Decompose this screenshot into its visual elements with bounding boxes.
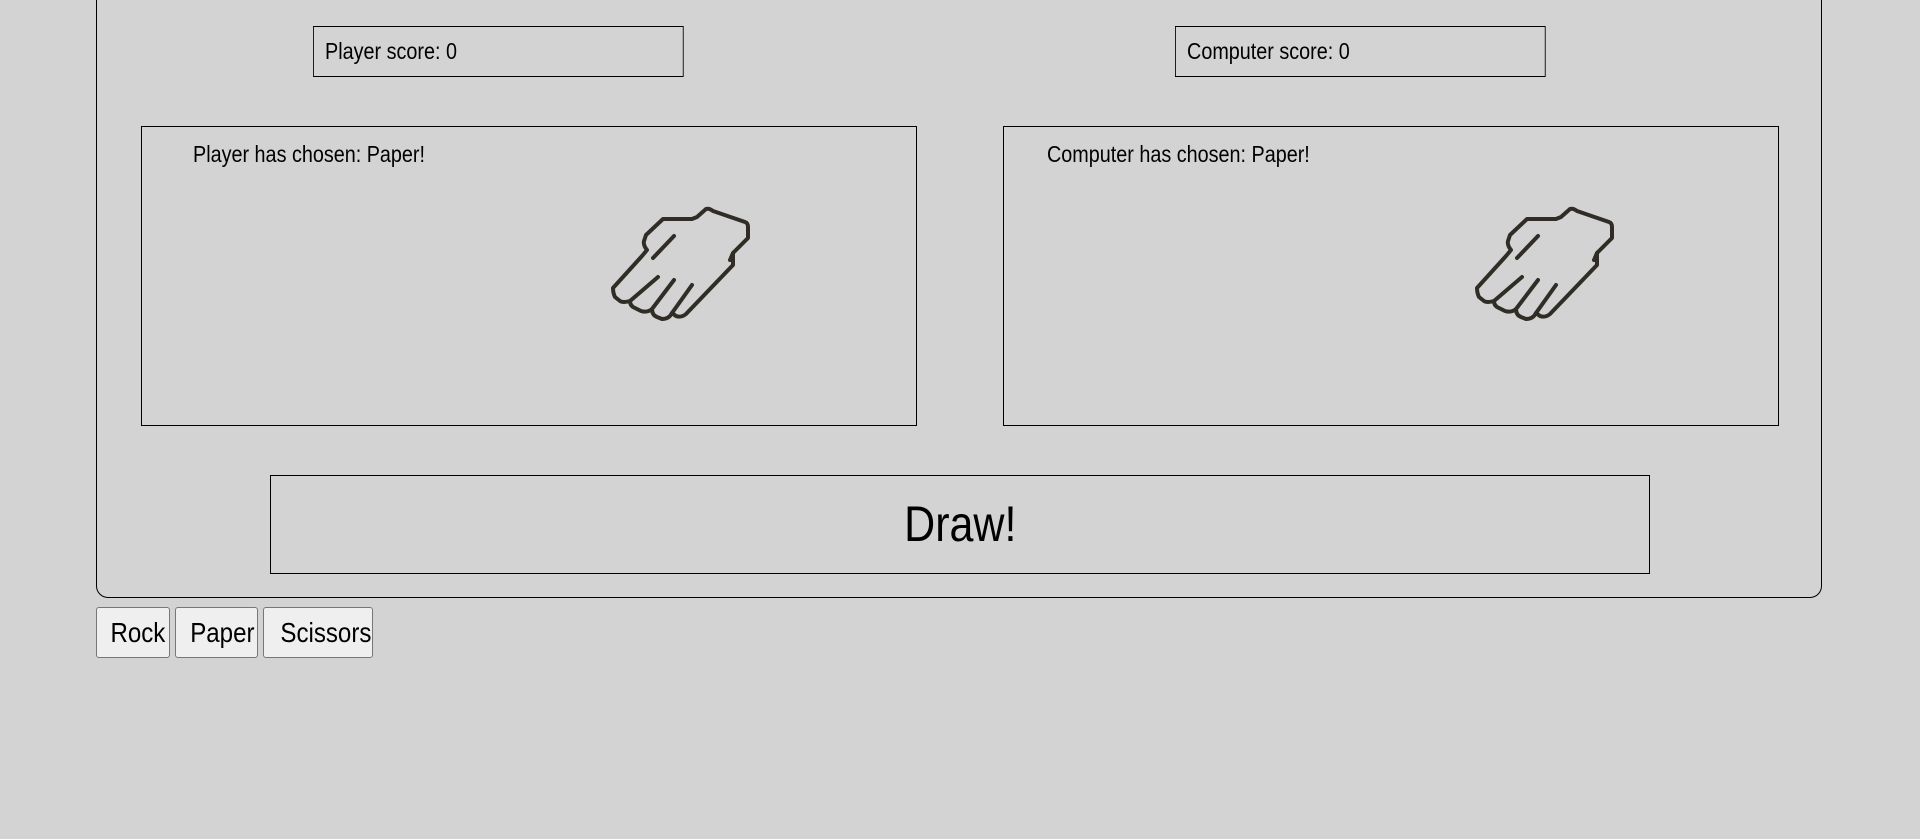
computer-score-text: Computer score: 0 xyxy=(1187,38,1350,64)
scissors-button[interactable]: Scissors xyxy=(263,607,373,658)
paper-hand-icon xyxy=(1475,206,1614,321)
scissors-button-label: Scissors xyxy=(280,617,372,648)
rock-button-label: Rock xyxy=(110,617,166,648)
result-box: Draw! xyxy=(270,475,1650,574)
player-choice-panel: Player has chosen: Paper! xyxy=(141,126,917,426)
rock-button[interactable]: Rock xyxy=(96,607,170,658)
paper-hand-icon xyxy=(611,206,750,321)
result-text: Draw! xyxy=(903,496,1017,552)
paper-button-label: Paper xyxy=(190,617,255,648)
computer-choice-panel: Computer has chosen: Paper! xyxy=(1003,126,1779,426)
player-score-text: Player score: 0 xyxy=(325,38,457,64)
player-score: Player score: 0 xyxy=(313,26,684,77)
choice-buttons: Rock Paper Scissors xyxy=(96,607,373,658)
computer-score: Computer score: 0 xyxy=(1175,26,1546,77)
paper-button[interactable]: Paper xyxy=(175,607,258,658)
player-choice-text: Player has chosen: Paper! xyxy=(193,141,426,167)
computer-choice-text: Computer has chosen: Paper! xyxy=(1047,141,1310,167)
